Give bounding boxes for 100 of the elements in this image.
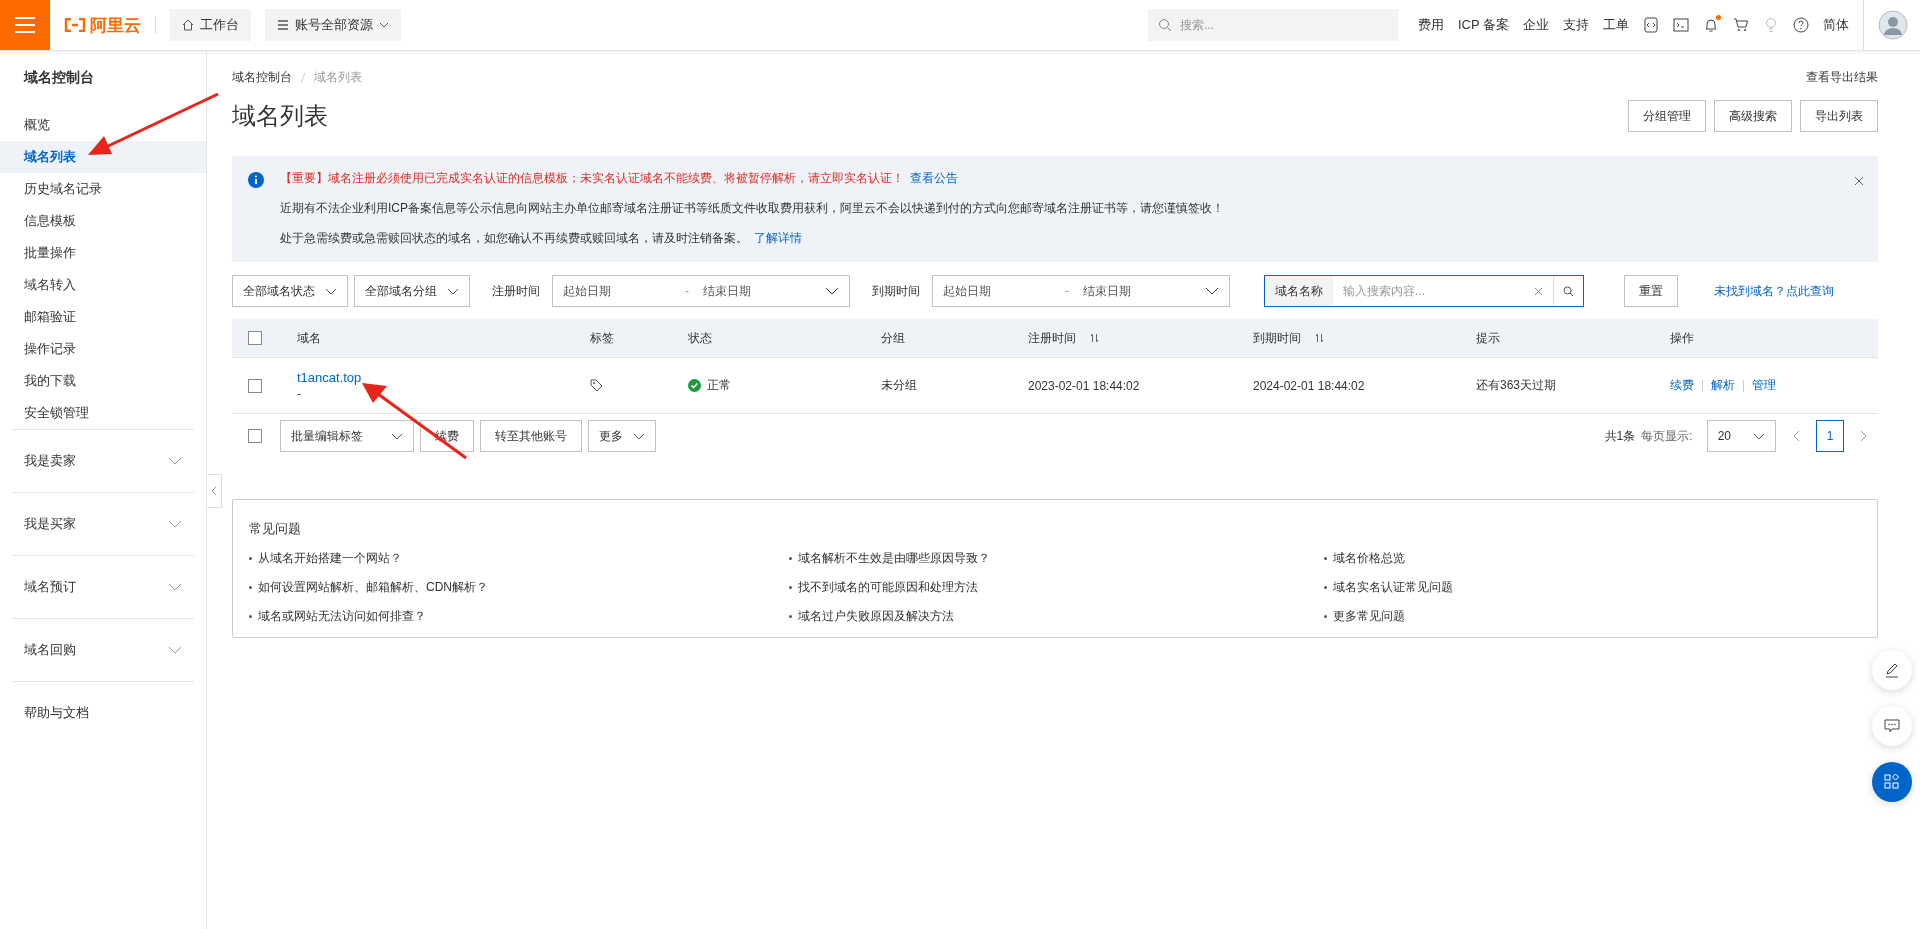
close-icon[interactable]	[1854, 176, 1864, 186]
menu-button[interactable]	[0, 0, 50, 50]
checkbox[interactable]	[248, 331, 262, 345]
page-size-label: 每页显示:	[1641, 427, 1693, 445]
column-header: 操作	[1670, 329, 1694, 347]
checkbox[interactable]	[248, 378, 262, 393]
date-range-field[interactable]: 起始日期 - 结束日期	[552, 275, 850, 307]
group-select[interactable]: 全部域名分组	[354, 275, 470, 307]
sidebar-group[interactable]: 域名回购	[12, 619, 194, 681]
faq-link[interactable]: 域名解析不生效是由哪些原因导致？	[798, 550, 990, 567]
collapse-handle[interactable]	[207, 474, 222, 508]
more-select[interactable]: 更多	[588, 420, 656, 452]
sidebar-item[interactable]: 我的下载	[0, 365, 206, 397]
notice-text: 处于急需续费或急需赎回状态的域名，如您确认不再续费或赎回域名，请及时注销备案。 了解详情	[280, 230, 803, 247]
sidebar-item[interactable]: 域名转入	[0, 269, 206, 301]
faq-link[interactable]: 更多常见问题	[1333, 608, 1405, 625]
previous-page-icon[interactable]	[1792, 430, 1800, 442]
table-cell: 还有363天过期	[1476, 377, 1557, 394]
tag-icon[interactable]	[590, 379, 603, 392]
date-range-field[interactable]: 起始日期 - 结束日期	[932, 275, 1230, 307]
header-button[interactable]: 分组管理	[1628, 100, 1706, 132]
top-nav-link[interactable]: 费用	[1417, 16, 1444, 34]
checkbox[interactable]	[248, 429, 262, 443]
chevron-left-icon	[211, 486, 217, 496]
sidebar-group[interactable]: 我是卖家	[12, 430, 194, 492]
faq-link[interactable]: 域名或网站无法访问如何排查？	[258, 608, 426, 625]
notice-link[interactable]: 了解详情	[754, 231, 802, 245]
terminal-icon[interactable]	[1673, 17, 1689, 33]
reset-button[interactable]: 重置	[1624, 275, 1678, 307]
sidebar-group[interactable]: 域名预订	[12, 556, 194, 618]
resource-scope-select[interactable]: 账号全部资源	[265, 9, 401, 41]
caret-icon	[633, 432, 645, 440]
sidebar-group[interactable]: 我是买家	[12, 493, 194, 555]
chevron-icon	[168, 520, 182, 528]
sidebar-item[interactable]: 安全锁管理	[0, 397, 206, 429]
search-icon	[1157, 18, 1172, 32]
range-separator: -	[685, 284, 689, 298]
cart-icon[interactable]	[1733, 17, 1749, 33]
batch-button[interactable]: 转至其他账号	[480, 420, 582, 452]
sort-icon[interactable]	[1315, 333, 1324, 343]
apps-button[interactable]	[1872, 762, 1912, 802]
top-nav-link[interactable]: 支持	[1563, 16, 1589, 34]
sidebar-item[interactable]: 信息模板	[0, 205, 206, 237]
table-cell: 未分组	[881, 377, 917, 394]
sidebar-item[interactable]: 概览	[0, 109, 206, 141]
page-size-select[interactable]: 20	[1706, 420, 1776, 452]
code-icon[interactable]	[1643, 17, 1659, 33]
faq-link[interactable]: 域名价格总览	[1333, 550, 1405, 567]
workbench-button[interactable]: 工作台	[170, 9, 251, 41]
column-header: 提示	[1476, 329, 1500, 347]
feedback-button[interactable]	[1872, 706, 1912, 746]
faq-link[interactable]: 找不到域名的可能原因和处理方法	[798, 579, 978, 596]
top-nav-link[interactable]: ICP 备案	[1457, 16, 1509, 34]
sidebar-item[interactable]: 邮箱验证	[0, 301, 206, 333]
sidebar-item[interactable]: 历史域名记录	[0, 173, 206, 205]
total-count: 共1条	[1604, 427, 1636, 445]
avatar-icon[interactable]	[1878, 10, 1908, 40]
action-link[interactable]: 解析	[1711, 377, 1735, 394]
bell-icon[interactable]	[1703, 17, 1719, 33]
page-button[interactable]: 1	[1816, 420, 1844, 452]
edit-button[interactable]	[1872, 650, 1912, 690]
chat-icon	[1883, 717, 1901, 735]
breadcrumb-link[interactable]: 域名控制台	[232, 69, 292, 86]
sort-icon[interactable]	[1090, 333, 1099, 343]
chevron-icon	[168, 457, 182, 465]
status-text: 正常	[707, 377, 731, 394]
table-cell: 2024-02-01 18:44:02	[1253, 378, 1365, 393]
not-found-link[interactable]: 未找到域名？点此查询	[1714, 282, 1834, 300]
caret-icon	[825, 287, 839, 295]
pencil-icon	[1883, 661, 1901, 679]
top-nav-link[interactable]: 工单	[1603, 16, 1629, 34]
start-date-placeholder: 起始日期	[943, 282, 992, 300]
faq-link[interactable]: 域名过户失败原因及解决方法	[798, 608, 954, 625]
status-select[interactable]: 全部域名状态	[232, 275, 348, 307]
help-link[interactable]: 帮助与文档	[12, 681, 194, 744]
action-link[interactable]: 管理	[1752, 377, 1776, 394]
caret-icon	[325, 287, 337, 295]
batch-tag-select[interactable]: 批量编辑标签	[280, 420, 414, 452]
faq-link[interactable]: 如何设置网站解析、邮箱解析、CDN解析？	[258, 579, 488, 596]
faq-link[interactable]: 域名实名认证常见问题	[1333, 579, 1453, 596]
notice-link[interactable]: 查看公告	[910, 171, 958, 185]
end-date-placeholder: 结束日期	[703, 282, 752, 300]
faq-title: 常见问题	[249, 520, 302, 538]
help-icon[interactable]	[1793, 17, 1809, 33]
domain-link[interactable]: t1ancat.top	[297, 370, 362, 385]
top-nav-link[interactable]: 企业	[1523, 16, 1549, 34]
export-results-link[interactable]: 查看导出结果	[1806, 69, 1878, 86]
next-page-icon[interactable]	[1860, 430, 1868, 442]
column-header: 分组	[881, 329, 905, 347]
faq-link[interactable]: 从域名开始搭建一个网站？	[258, 550, 402, 567]
header-button[interactable]: 高级搜索	[1714, 100, 1792, 132]
language-link[interactable]: 简体	[1823, 16, 1849, 34]
sidebar-title: 域名控制台	[22, 69, 95, 87]
action-link[interactable]: 续费	[1670, 377, 1694, 394]
sidebar-item[interactable]: 域名列表	[0, 141, 206, 173]
sidebar-item[interactable]: 批量操作	[0, 237, 206, 269]
table-cell: -	[297, 387, 301, 401]
lightbulb-icon[interactable]	[1763, 17, 1779, 33]
sidebar-item[interactable]: 操作记录	[0, 333, 206, 365]
header-button[interactable]: 导出列表	[1800, 100, 1878, 132]
